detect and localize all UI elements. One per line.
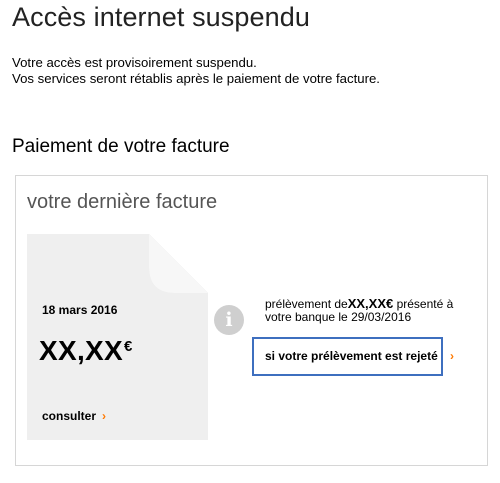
invoice-date: 18 mars 2016 xyxy=(42,303,118,317)
invoice-amount: XX,XX€ xyxy=(39,335,133,367)
invoice-amount-value: XX,XX xyxy=(39,335,123,366)
chevron-right-icon[interactable]: › xyxy=(450,349,454,363)
intro-text: Votre accès est provisoirement suspendu.… xyxy=(12,55,380,87)
invoice-card: votre dernière facture 18 mars 2016 XX,X… xyxy=(15,175,488,466)
intro-line-2: Vos services seront rétablis après le pa… xyxy=(12,71,380,86)
card-title: votre dernière facture xyxy=(27,191,218,213)
direct-debit-info: prélèvement deXX,XX€ présenté à votre ba… xyxy=(265,297,477,324)
info-icon: i xyxy=(214,305,244,335)
page-title: Accès internet suspendu xyxy=(12,2,310,32)
reject-link[interactable]: si votre prélèvement est rejeté xyxy=(265,349,438,363)
invoice-document: 18 mars 2016 XX,XX€ consulter › xyxy=(27,234,208,440)
chevron-right-icon: › xyxy=(102,409,107,423)
info-amount: XX,XX€ xyxy=(347,296,394,311)
invoice-currency: € xyxy=(123,338,133,355)
intro-line-1: Votre accès est provisoirement suspendu. xyxy=(12,55,257,70)
section-title: Paiement de votre facture xyxy=(12,136,230,157)
consult-link[interactable]: consulter › xyxy=(42,409,106,423)
consult-label: consulter xyxy=(42,409,97,423)
info-text-prefix: prélèvement de xyxy=(265,297,348,311)
